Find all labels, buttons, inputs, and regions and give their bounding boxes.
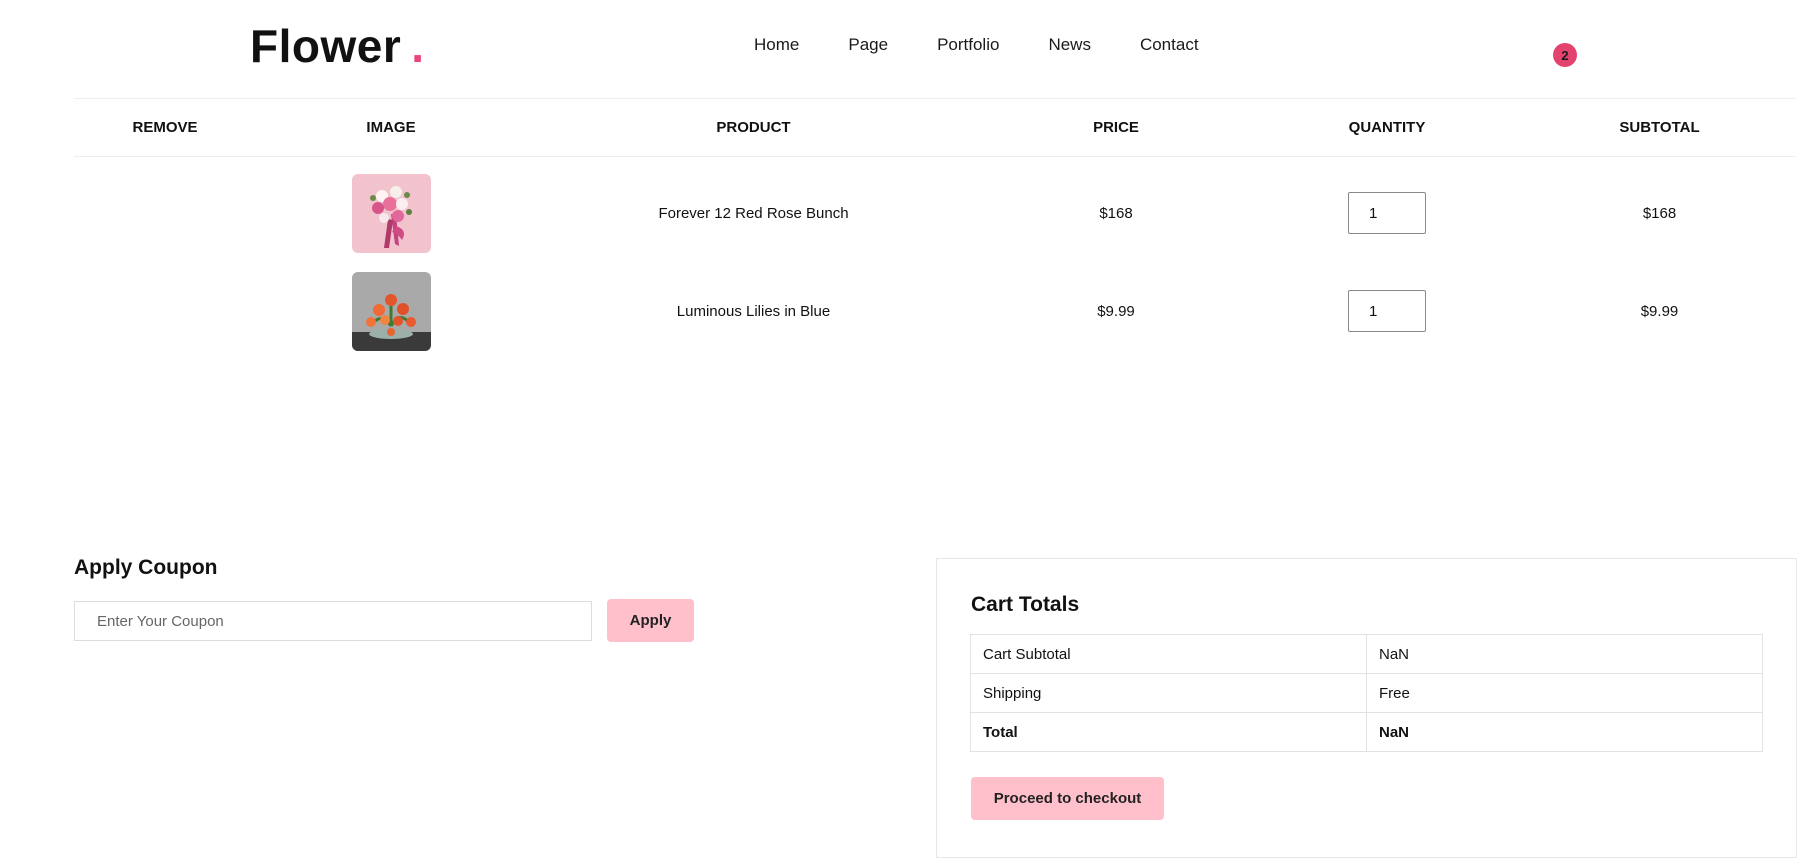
quantity-input[interactable] <box>1348 290 1426 332</box>
nav-contact[interactable]: Contact <box>1140 34 1199 56</box>
coupon-title: Apply Coupon <box>74 556 218 579</box>
lilies-arrangement-image[interactable] <box>351 271 431 351</box>
column-remove: REMOVE <box>132 119 198 136</box>
totals-label: Shipping <box>970 673 1367 713</box>
column-subtotal: SUBTOTAL <box>1619 119 1700 136</box>
cart-table-header: REMOVE IMAGE PRODUCT PRICE QUANTITY SUBT… <box>74 99 1796 157</box>
cart-row: Luminous Lilies in Blue $9.99 $9.99 <box>74 262 1796 360</box>
proceed-to-checkout-button[interactable]: Proceed to checkout <box>971 777 1164 820</box>
logo[interactable]: Flower. <box>250 18 425 74</box>
column-image: IMAGE <box>366 119 416 136</box>
image-cell <box>256 164 526 262</box>
apply-coupon-button[interactable]: Apply <box>607 599 694 642</box>
totals-row-subtotal: Cart Subtotal NaN <box>970 634 1763 674</box>
totals-row-shipping: Shipping Free <box>970 673 1763 713</box>
quantity-cell <box>1251 262 1523 360</box>
product-subtotal: $9.99 <box>1640 302 1679 320</box>
cart-totals-panel: Cart Totals Cart Subtotal NaN Shipping F… <box>936 558 1797 858</box>
totals-row-total: Total NaN <box>970 712 1763 752</box>
column-quantity: QUANTITY <box>1348 119 1426 136</box>
product-subtotal: $168 <box>1642 204 1677 222</box>
remove-cell <box>74 262 256 360</box>
column-price: PRICE <box>1093 119 1139 136</box>
product-price: $9.99 <box>1097 302 1135 320</box>
image-cell <box>256 262 526 360</box>
logo-text: Flower <box>250 20 402 72</box>
logo-dot: . <box>411 20 425 72</box>
totals-label: Cart Subtotal <box>970 634 1367 674</box>
column-product: PRODUCT <box>716 119 791 136</box>
nav-news[interactable]: News <box>1048 34 1091 56</box>
rose-bouquet-image[interactable] <box>351 173 431 253</box>
site-header: Flower. Home Page Portfolio News Contact… <box>0 0 1820 98</box>
product-price: $168 <box>1099 204 1133 222</box>
coupon-input[interactable] <box>74 601 592 641</box>
cart-totals-table: Cart Subtotal NaN Shipping Free Total Na… <box>970 634 1763 752</box>
product-name[interactable]: Luminous Lilies in Blue <box>526 262 981 360</box>
product-name[interactable]: Forever 12 Red Rose Bunch <box>526 164 981 262</box>
quantity-cell <box>1251 164 1523 262</box>
cart-count-badge[interactable]: 2 <box>1553 43 1577 67</box>
totals-value: NaN <box>1366 634 1763 674</box>
cart-row: Forever 12 Red Rose Bunch $168 $168 <box>74 164 1796 262</box>
totals-label: Total <box>970 712 1367 752</box>
nav-home[interactable]: Home <box>754 34 799 56</box>
nav-portfolio[interactable]: Portfolio <box>937 34 999 56</box>
quantity-input[interactable] <box>1348 192 1426 234</box>
cart-totals-title: Cart Totals <box>971 593 1080 616</box>
totals-value: Free <box>1366 673 1763 713</box>
main-nav: Home Page Portfolio News Contact <box>754 34 1199 56</box>
remove-cell <box>74 164 256 262</box>
totals-value: NaN <box>1366 712 1763 752</box>
nav-page[interactable]: Page <box>848 34 888 56</box>
